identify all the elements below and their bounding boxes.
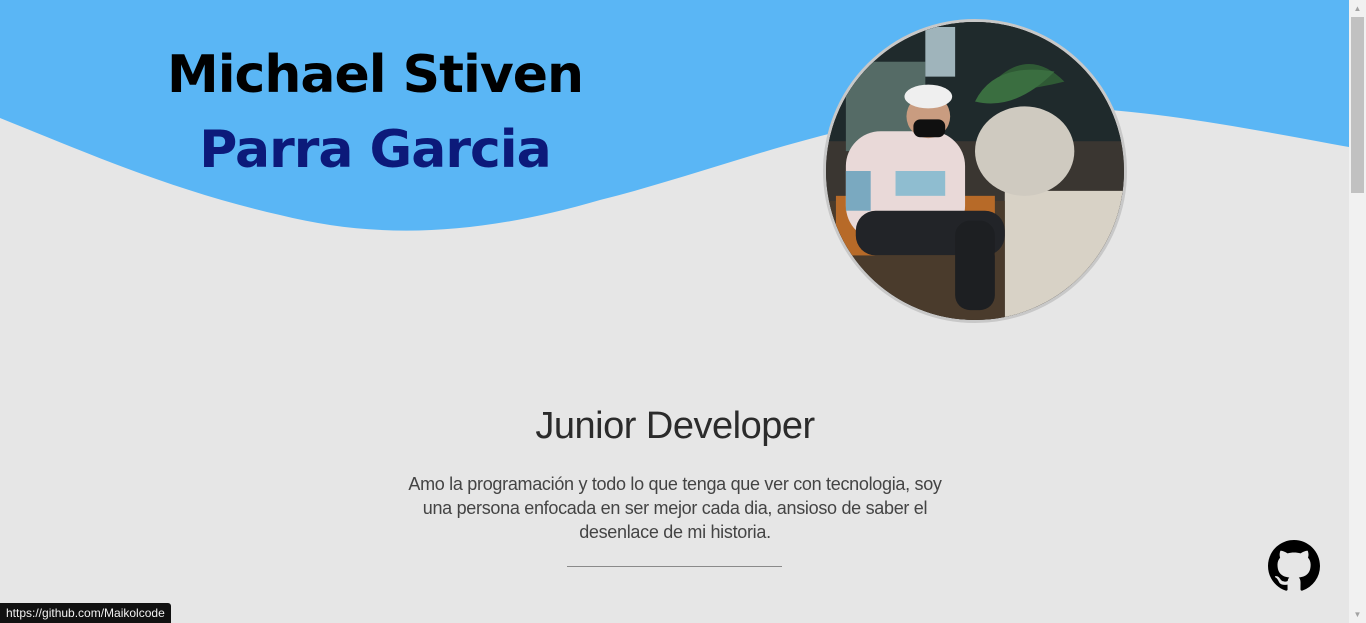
first-name: Michael Stiven [166,45,584,105]
scroll-thumb[interactable] [1351,17,1364,193]
profile-photo [823,19,1127,323]
last-name: Parra Garcia [199,120,551,180]
profile-photo-image [826,22,1124,320]
scroll-up-arrow-icon[interactable]: ▲ [1349,0,1366,17]
bio-text: Amo la programación y todo lo que tenga … [408,474,942,542]
portfolio-page: Michael Stiven Parra Garcia Junior Devel… [0,0,1366,623]
github-link[interactable] [1268,540,1320,592]
vertical-scrollbar[interactable]: ▲ ▼ [1349,0,1366,623]
link-status-bar: https://github.com/Maikolcode [0,603,171,623]
github-icon [1268,540,1320,591]
name-heading: Michael Stiven Parra Garcia [125,40,625,190]
role-title: Junior Developer [535,405,815,447]
section-divider [567,566,782,567]
scroll-down-arrow-icon[interactable]: ▼ [1349,606,1366,623]
